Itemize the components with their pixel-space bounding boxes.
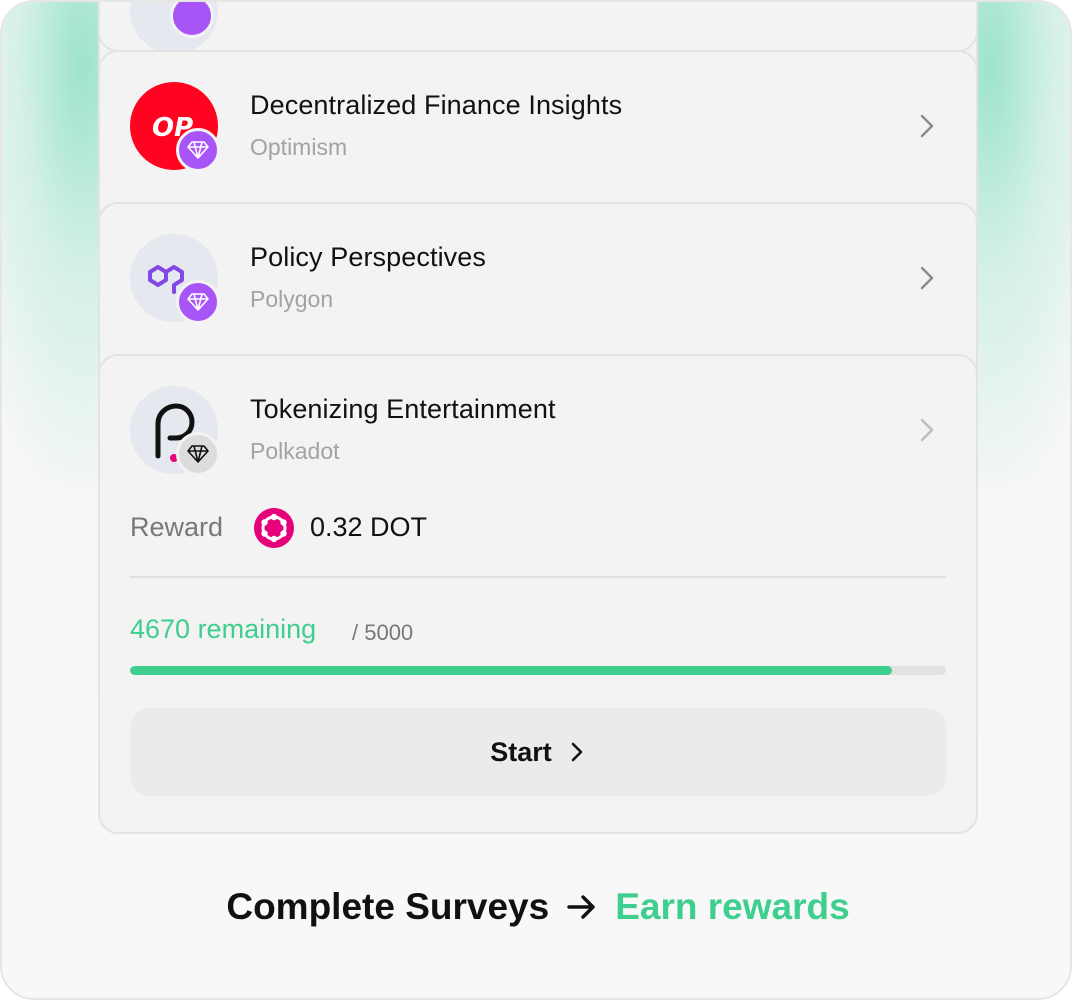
start-button[interactable]: Start: [130, 708, 946, 796]
chevron-right-icon[interactable]: [914, 416, 938, 444]
start-button-label: Start: [490, 736, 552, 767]
survey-card-partial[interactable]: [98, 2, 978, 54]
remaining-count: 4670 remaining: [130, 614, 317, 644]
survey-title: Tokenizing Entertainment: [250, 394, 556, 424]
promo-frame: OP Decentralized Finance Insights Optimi…: [0, 0, 1072, 1000]
survey-network: Polkadot: [250, 438, 340, 464]
diamond-icon: [176, 432, 220, 476]
survey-network: Polygon: [250, 286, 334, 312]
tagline-left: Complete Surveys: [226, 886, 550, 927]
tagline-right: Earn rewards: [615, 886, 850, 927]
diamond-icon: [176, 128, 220, 172]
survey-title: Policy Perspectives: [250, 242, 486, 272]
reward-label: Reward: [130, 512, 224, 542]
tagline: Complete Surveys Earn rewards: [2, 886, 1070, 928]
survey-network: Optimism: [250, 134, 348, 160]
divider: [130, 576, 946, 578]
total-count: / 5000: [352, 620, 414, 645]
progress-bar-fill: [130, 666, 893, 675]
survey-card-polkadot[interactable]: Tokenizing Entertainment Polkadot Reward…: [98, 354, 978, 834]
chevron-right-icon[interactable]: [914, 112, 938, 140]
chevron-right-icon: [571, 742, 583, 762]
progress-bar: [130, 666, 946, 675]
diamond-icon: [176, 280, 220, 324]
polkadot-token-icon: [254, 508, 294, 548]
survey-title: Decentralized Finance Insights: [250, 90, 623, 120]
reward-value: 0.32 DOT: [310, 512, 428, 542]
arrow-right-icon: [567, 895, 595, 919]
chevron-right-icon[interactable]: [914, 264, 938, 292]
